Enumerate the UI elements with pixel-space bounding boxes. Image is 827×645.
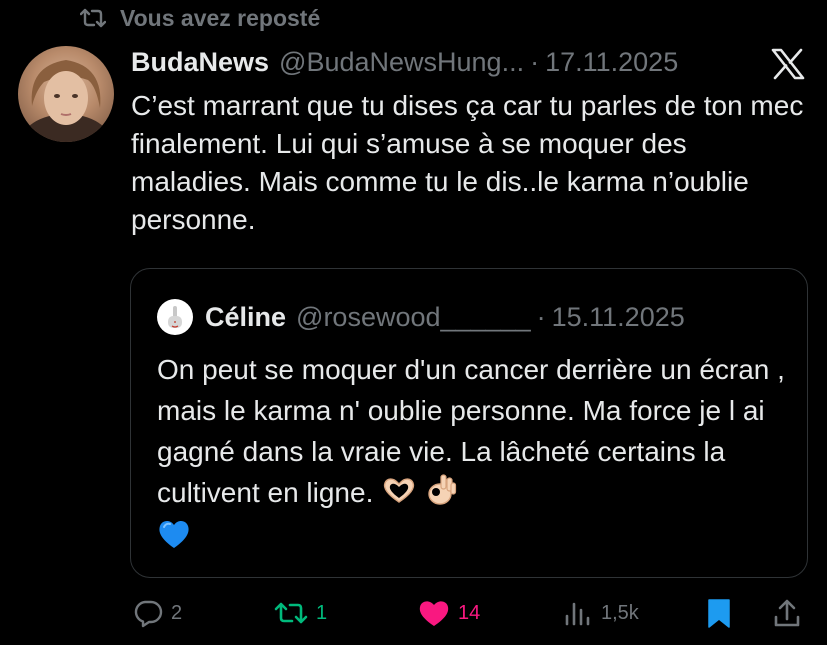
quoted-date[interactable]: 15.11.2025 — [552, 302, 685, 333]
blue-heart-emoji — [157, 519, 191, 560]
bookmark-icon — [708, 599, 730, 628]
repost-banner: Vous avez reposté — [80, 4, 320, 32]
heart-icon — [419, 601, 449, 626]
x-logo-icon — [771, 48, 805, 80]
tweet-text: C’est marrant que tu dises ça car tu par… — [131, 90, 804, 235]
views-count: 1,5k — [601, 601, 639, 624]
quoted-tweet-text: On peut se moquer d'un cancer derrière u… — [157, 354, 785, 508]
tweet-date[interactable]: 17.11.2025 — [545, 47, 678, 78]
repost-icon — [274, 602, 308, 624]
action-bar: 2 1 14 1,5k — [0, 590, 827, 636]
avatar[interactable] — [18, 46, 114, 142]
quoted-tweet-header: Céline @rosewood______ · 15.11.2025 — [157, 299, 685, 335]
share-icon — [774, 599, 800, 627]
like-count: 14 — [458, 601, 481, 624]
quoted-author-handle[interactable]: @rosewood______ — [296, 302, 531, 333]
repost-label: Vous avez reposté — [120, 4, 321, 31]
author-handle[interactable]: @BudaNewsHung... — [279, 47, 524, 78]
heart-hands-emoji — [381, 474, 417, 515]
views-icon — [565, 602, 590, 626]
ok-hand-emoji — [425, 472, 457, 517]
quoted-tweet-text-block: On peut se moquer d'un cancer derrière u… — [157, 349, 787, 560]
bookmark-button[interactable] — [706, 590, 732, 636]
reply-count: 2 — [171, 601, 183, 624]
tweet-header: BudaNews @BudaNewsHung... · 17.11.2025 — [131, 44, 678, 80]
reply-button[interactable]: 2 — [133, 590, 182, 636]
repost-icon — [80, 8, 106, 28]
reply-icon — [134, 600, 163, 628]
repost-button[interactable]: 1 — [274, 590, 327, 636]
quoted-tweet-card[interactable]: Céline @rosewood______ · 15.11.2025 On p… — [130, 268, 808, 578]
views-button[interactable]: 1,5k — [563, 590, 639, 636]
repost-count: 1 — [316, 601, 328, 624]
quoted-author-name[interactable]: Céline — [205, 302, 286, 333]
author-name[interactable]: BudaNews — [131, 47, 269, 78]
share-button[interactable] — [772, 590, 802, 636]
quoted-avatar[interactable] — [157, 299, 193, 335]
separator: · — [530, 46, 540, 77]
quoted-separator: · — [536, 301, 546, 332]
like-button[interactable]: 14 — [418, 590, 480, 636]
